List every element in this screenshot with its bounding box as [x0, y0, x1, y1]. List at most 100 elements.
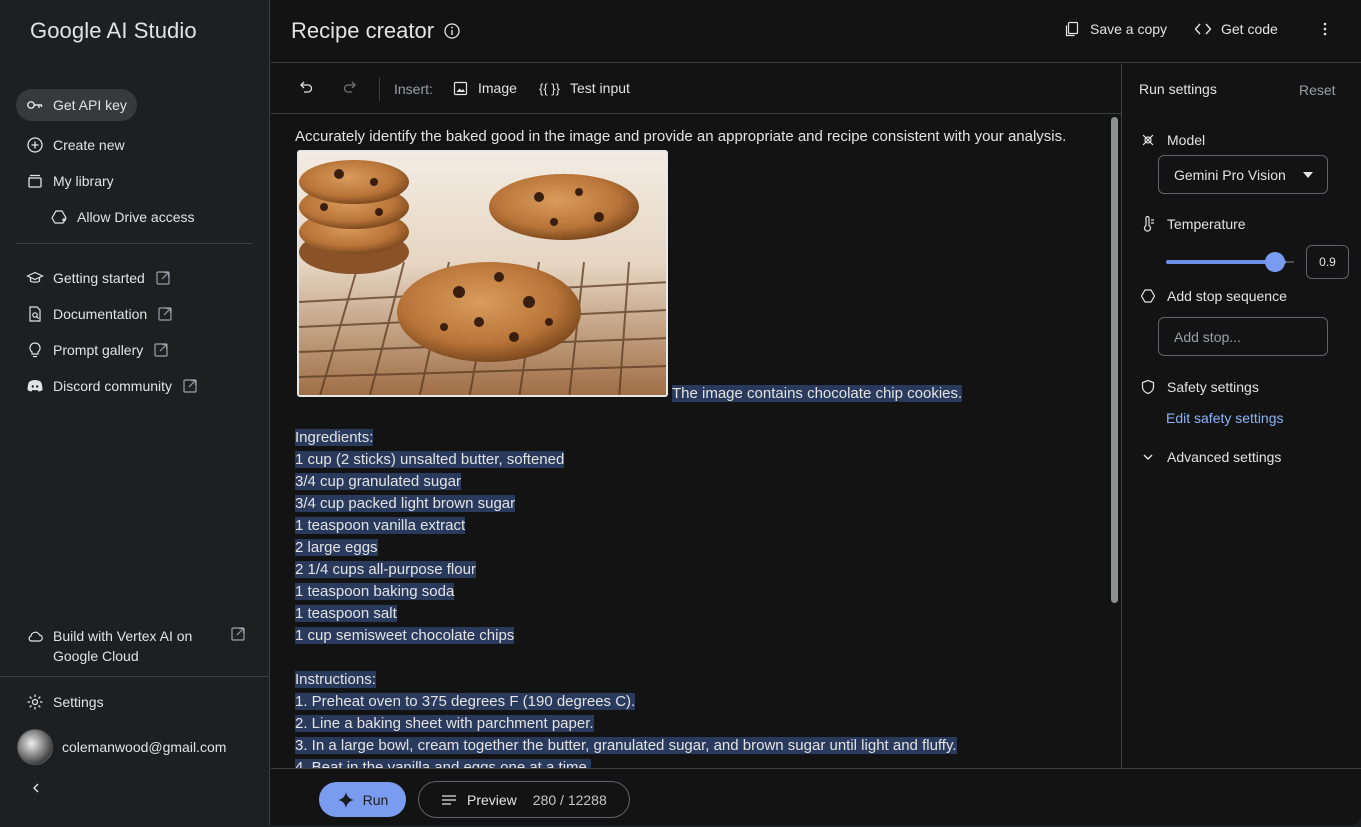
editor-scrollbar[interactable]	[1111, 117, 1118, 603]
page-title: Recipe creator	[291, 18, 461, 44]
response-line-text: 1 cup (2 sticks) unsalted butter, soften…	[295, 451, 565, 468]
braces-icon: {{ }}	[539, 80, 560, 96]
open-in-new-icon	[155, 270, 171, 286]
response-line: Ingredients:	[295, 427, 374, 449]
sidebar-item-get-api-key[interactable]: Get API key	[16, 89, 137, 121]
insert-image-button[interactable]: Image	[453, 80, 517, 96]
collapse-sidebar-button[interactable]	[26, 780, 46, 800]
response-line: 1 teaspoon baking soda	[295, 581, 455, 603]
account-email: colemanwood@gmail.com	[62, 739, 227, 755]
response-line: 2 large eggs	[295, 537, 378, 559]
sidebar-item-build-with-vertex[interactable]: Build with Vertex AI on Google Cloud	[26, 626, 256, 666]
lines-icon	[441, 794, 457, 806]
more-vert-icon	[1316, 20, 1334, 38]
insert-test-input-label: Test input	[569, 80, 630, 96]
open-in-new-icon	[153, 342, 169, 358]
model-icon	[1139, 131, 1157, 149]
stop-sequence-input[interactable]	[1158, 317, 1328, 356]
insert-label: Insert:	[394, 81, 433, 97]
response-line-text: 2 large eggs	[295, 539, 378, 556]
response-line-text: 1 teaspoon vanilla extract	[295, 517, 466, 534]
response-line: 3/4 cup packed light brown sugar	[295, 493, 516, 515]
get-code-button[interactable]: Get code	[1194, 20, 1278, 38]
temperature-value-field[interactable]: 0.9	[1306, 245, 1349, 279]
avatar	[17, 729, 53, 765]
drive-icon	[50, 208, 68, 226]
response-line-text: 1. Preheat oven to 375 degrees F (190 de…	[295, 693, 636, 710]
undo-icon	[298, 79, 314, 100]
sidebar-item-prompt-gallery[interactable]: Prompt gallery	[16, 334, 179, 366]
model-select[interactable]: Gemini Pro Vision	[1158, 155, 1328, 194]
response-line-text: 1 teaspoon salt	[295, 605, 397, 622]
model-select-value: Gemini Pro Vision	[1174, 166, 1286, 183]
response-line-text: 1 teaspoon baking soda	[295, 583, 455, 600]
response-line: 3/4 cup granulated sugar	[295, 471, 461, 493]
preview-label: Preview	[467, 791, 517, 808]
sidebar-item-label: Create new	[53, 137, 125, 153]
bottom-bar: Run Preview 280 / 12288	[271, 768, 1361, 825]
page-title-text: Recipe creator	[291, 18, 435, 43]
add-circle-icon	[26, 136, 44, 154]
sidebar-item-discord-community[interactable]: Discord community	[16, 370, 208, 402]
editor-toolbar: Insert: Image {{ }} Test input	[271, 64, 1121, 114]
sidebar-item-label: Prompt gallery	[53, 342, 144, 358]
preview-button[interactable]: Preview 280 / 12288	[418, 781, 630, 818]
get-code-label: Get code	[1221, 21, 1278, 37]
response-first-line: The image contains chocolate chip cookie…	[672, 383, 963, 405]
response-line-text: 3. In a large bowl, cream together the b…	[295, 737, 957, 754]
info-icon[interactable]	[443, 22, 461, 40]
run-button[interactable]: Run	[319, 782, 406, 817]
response-line-text: Ingredients:	[295, 429, 374, 446]
redo-button[interactable]	[341, 80, 359, 98]
sidebar-item-create-new[interactable]: Create new	[16, 129, 135, 161]
advanced-settings-label: Advanced settings	[1167, 449, 1282, 465]
safety-row: Safety settings	[1139, 378, 1259, 396]
safety-label: Safety settings	[1167, 379, 1259, 395]
response-line-text: 3/4 cup granulated sugar	[295, 473, 461, 490]
temperature-row: Temperature	[1139, 215, 1246, 233]
sidebar-item-allow-drive-access[interactable]: Allow Drive access	[40, 201, 204, 233]
reset-button[interactable]: Reset	[1299, 82, 1336, 98]
response-line-text: 3/4 cup packed light brown sugar	[295, 495, 516, 512]
app-window: Google AI Studio Get API key Create new …	[0, 0, 1361, 825]
graduation-cap-icon	[26, 269, 44, 287]
prompt-editor[interactable]: Accurately identify the baked good in th…	[271, 115, 1121, 768]
chevron-down-icon	[1139, 448, 1157, 466]
cookie-image[interactable]	[297, 150, 668, 397]
account-row[interactable]: colemanwood@gmail.com	[17, 729, 226, 765]
insert-test-input-button[interactable]: {{ }} Test input	[539, 80, 630, 96]
advanced-settings-toggle[interactable]: Advanced settings	[1139, 448, 1281, 466]
edit-safety-settings-link[interactable]: Edit safety settings	[1166, 410, 1284, 426]
sidebar-item-label: Allow Drive access	[77, 209, 195, 225]
response-line-text: 1 cup semisweet chocolate chips	[295, 627, 515, 644]
thermometer-icon	[1139, 215, 1157, 233]
redo-icon	[342, 79, 358, 100]
sidebar-item-settings[interactable]: Settings	[16, 686, 114, 718]
undo-button[interactable]	[297, 80, 315, 98]
sidebar-item-label: Discord community	[53, 378, 173, 394]
insert-image-label: Image	[478, 80, 517, 96]
response-line-text: 2 1/4 cups all-purpose flour	[295, 561, 476, 578]
response-line: 1. Preheat oven to 375 degrees F (190 de…	[295, 691, 636, 713]
gear-icon	[26, 693, 44, 711]
response-line: 1 cup semisweet chocolate chips	[295, 625, 515, 647]
sidebar-item-getting-started[interactable]: Getting started	[16, 262, 181, 294]
document-search-icon	[26, 305, 44, 323]
save-a-copy-button[interactable]: Save a copy	[1063, 20, 1167, 38]
response-line: 3. In a large bowl, cream together the b…	[295, 735, 957, 757]
temperature-slider-thumb[interactable]	[1265, 252, 1285, 272]
model-row: Model	[1139, 131, 1205, 149]
run-label: Run	[362, 791, 389, 808]
open-in-new-icon	[230, 626, 246, 666]
model-label: Model	[1167, 132, 1206, 148]
sidebar-item-documentation[interactable]: Documentation	[16, 298, 183, 330]
response-line: 1 teaspoon vanilla extract	[295, 515, 466, 537]
vertex-label: Build with Vertex AI on Google Cloud	[53, 626, 192, 666]
temperature-label: Temperature	[1167, 216, 1246, 232]
sidebar-divider	[0, 676, 270, 677]
response-text: The image contains chocolate chip cookie…	[672, 385, 963, 402]
chevron-left-icon	[30, 781, 42, 799]
sidebar-item-my-library[interactable]: My library	[16, 165, 124, 197]
more-options-button[interactable]	[1316, 20, 1343, 38]
caret-down-icon	[1303, 172, 1313, 178]
